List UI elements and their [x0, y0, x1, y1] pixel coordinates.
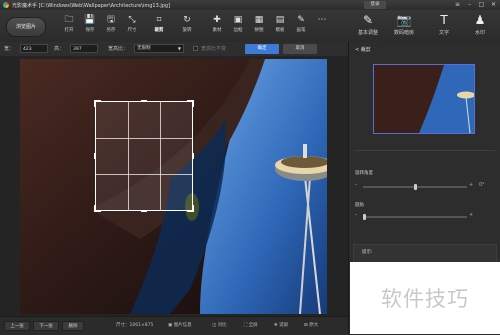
- window-title: 光影魔术手 [C:\Windows\Web\Wallpaper\Architec…: [12, 3, 171, 9]
- tool-resize[interactable]: ⤡ 尺寸: [121, 13, 143, 39]
- close-icon[interactable]: ✕: [489, 1, 498, 9]
- resize-icon: ⤡: [128, 15, 136, 25]
- open-folder-icon: 🗀: [64, 15, 74, 25]
- template-icon: ▤: [275, 15, 285, 25]
- tips-label: 提示:: [362, 250, 373, 255]
- crop-handle-top-right-v[interactable]: [192, 100, 194, 107]
- crop-handle-bottom-right-v[interactable]: [192, 205, 194, 212]
- prev-image-button[interactable]: 上一张: [4, 321, 30, 331]
- title-bar: 光影魔术手 [C:\Windows\Web\Wallpaper\Architec…: [0, 0, 500, 10]
- crop-panel-header[interactable]: < 裁剪: [355, 46, 371, 53]
- crop-handle-bottom[interactable]: [141, 210, 147, 212]
- more-icon: ⋯: [317, 15, 327, 25]
- width-input[interactable]: 423: [20, 44, 48, 53]
- tool-border[interactable]: ▣ 边框: [227, 13, 249, 39]
- photo-canvas[interactable]: [20, 59, 327, 314]
- tool-basic-adjust[interactable]: ✎ 基本调整: [350, 12, 386, 40]
- material-icon: ✚: [213, 15, 221, 25]
- text-icon: T: [440, 13, 448, 27]
- width-label: 宽：: [4, 46, 15, 52]
- rotation-slider-thumb[interactable]: [414, 184, 417, 190]
- chevron-down-icon: ▼: [177, 46, 181, 51]
- rotation-minus-button[interactable]: –: [355, 182, 358, 188]
- watermark-overlay: 软件技巧: [350, 262, 500, 334]
- save-as-icon: 🖫: [107, 15, 115, 25]
- rotation-slider[interactable]: [363, 184, 467, 190]
- tool-text[interactable]: T 文字: [426, 12, 462, 40]
- crop-options-bar: 宽： 423 高： 397 宽高比： 无限制 ▼ 宽高比不变 确定 取消: [0, 42, 348, 57]
- watermark-text: 软件技巧: [381, 287, 469, 311]
- tool-collage[interactable]: ▦ 拼图: [248, 13, 270, 39]
- tool-watermark[interactable]: ♟ 水印: [462, 12, 498, 40]
- keep-ratio-checkbox[interactable]: [193, 46, 198, 51]
- app-logo-icon: [3, 2, 9, 8]
- darkroom-icon: 📷: [396, 13, 412, 27]
- save-icon: 💾: [84, 15, 96, 25]
- tool-brush[interactable]: ✎ 画笔: [290, 13, 312, 39]
- tool-crop[interactable]: ⌗ 裁剪: [148, 13, 170, 39]
- crop-handle-top[interactable]: [141, 100, 147, 102]
- crop-selection-box[interactable]: [94, 100, 194, 212]
- tool-more[interactable]: ⋯: [311, 13, 333, 39]
- height-label: 高：: [54, 46, 65, 52]
- crop-grid-line: [160, 102, 161, 210]
- ratio-label: 宽高比：: [108, 46, 129, 52]
- crop-icon: ⌗: [156, 15, 162, 25]
- tool-save-as[interactable]: 🖫 另存: [100, 13, 122, 39]
- tool-open[interactable]: 🗀 打开: [58, 13, 80, 39]
- confirm-button[interactable]: 确定: [245, 44, 279, 54]
- browse-images-button[interactable]: 浏览图片: [6, 17, 46, 37]
- tool-darkroom[interactable]: 📷 数码暗房: [386, 12, 422, 40]
- corner-minus-button[interactable]: –: [355, 212, 358, 218]
- tool-save[interactable]: 💾 保存: [79, 13, 101, 39]
- maximize-icon[interactable]: □: [477, 1, 486, 9]
- brush-icon: ✎: [297, 15, 305, 25]
- image-size-text: 尺寸：1061×875: [116, 323, 154, 328]
- rotate-icon: ↻: [183, 15, 191, 25]
- rotation-value: 0°: [479, 182, 485, 188]
- corner-radius-slider-thumb[interactable]: [363, 214, 366, 220]
- divider: [355, 150, 495, 151]
- tool-rotate[interactable]: ↻ 旋转: [176, 13, 198, 39]
- original-size-button[interactable]: ⊞ 原大: [304, 322, 318, 328]
- crop-handle-right[interactable]: [192, 153, 194, 159]
- status-bar: 上一张 下一张 删除 尺寸：1061×875 ▣ 图片信息 ◫ 对比 ⛶ 全屏 …: [0, 316, 348, 335]
- delete-button[interactable]: 删除: [62, 321, 84, 331]
- corner-radius-label: 圆角: [355, 203, 364, 208]
- main-toolbar: 浏览图片 🗀 打开 💾 保存 🖫 另存 ⤡ 尺寸 ⌗ 裁剪 ↻ 旋转 ✚ 素材 …: [0, 10, 500, 43]
- next-image-button[interactable]: 下一张: [33, 321, 59, 331]
- crop-grid-line: [96, 174, 192, 175]
- keep-ratio-label: 宽高比不变: [201, 46, 227, 52]
- image-info-button[interactable]: ▣ 图片信息: [168, 322, 192, 328]
- crop-handle-top-left-v[interactable]: [94, 100, 96, 107]
- canvas-area: [0, 56, 348, 316]
- basic-adjust-icon: ✎: [362, 13, 374, 27]
- watermark-icon: ♟: [474, 13, 486, 27]
- tool-material[interactable]: ✚ 素材: [206, 13, 228, 39]
- height-input[interactable]: 397: [70, 44, 98, 53]
- crop-handle-left[interactable]: [94, 153, 96, 159]
- rotation-plus-button[interactable]: +: [469, 182, 473, 188]
- window-controls: ≡ – □ ✕: [453, 1, 498, 9]
- crop-handle-bottom-left-v[interactable]: [94, 205, 96, 212]
- preview-thumbnail: [373, 64, 475, 134]
- crop-grid-line: [128, 102, 129, 210]
- rotation-label: 旋转角度: [355, 171, 373, 176]
- corner-radius-slider[interactable]: [363, 214, 467, 220]
- menu-icon[interactable]: ≡: [453, 1, 462, 9]
- minimize-icon[interactable]: –: [465, 1, 474, 9]
- tool-template[interactable]: ▤ 模板: [269, 13, 291, 39]
- crop-grid-line: [96, 138, 192, 139]
- login-button[interactable]: 登录: [364, 1, 386, 9]
- corner-plus-button[interactable]: +: [469, 212, 473, 218]
- ratio-select[interactable]: 无限制 ▼: [134, 44, 184, 53]
- collage-icon: ▦: [254, 15, 264, 25]
- cancel-button[interactable]: 取消: [283, 44, 317, 54]
- compare-button[interactable]: ◫ 对比: [212, 322, 227, 328]
- fullscreen-button[interactable]: ⛶ 全屏: [244, 322, 258, 328]
- fit-screen-button[interactable]: ✥ 适屏: [274, 322, 288, 328]
- border-icon: ▣: [233, 15, 243, 25]
